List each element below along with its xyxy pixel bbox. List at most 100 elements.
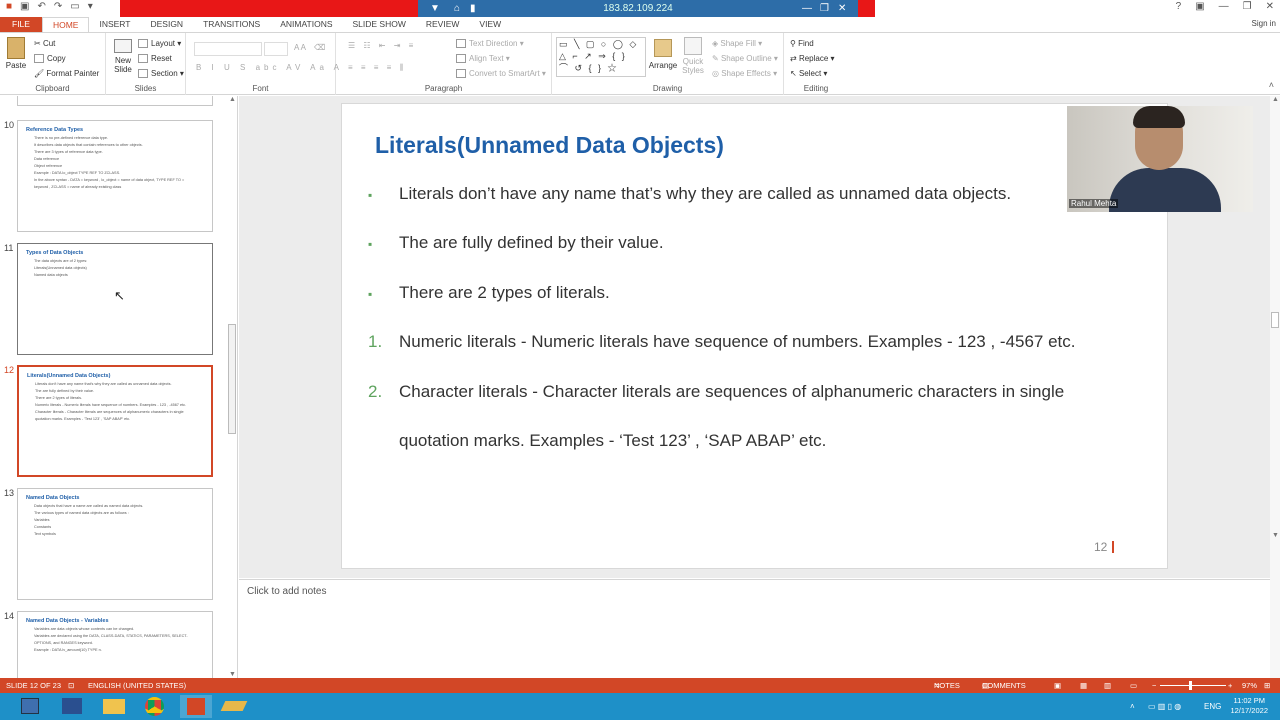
file-explorer-icon[interactable] [14,695,46,718]
clear-formatting-icon[interactable]: ⌫ [314,43,325,52]
bullet-item[interactable]: ▪ Literals don’t have any name that’s why… [368,184,1011,204]
slide-thumbnail-14[interactable]: Named Data Objects - Variables Variables… [17,611,213,678]
zoom-level[interactable]: 97% [1242,678,1257,693]
tab-view[interactable]: VIEW [469,17,511,32]
current-slide[interactable]: Literals(Unnamed Data Objects) ▪ Literals… [341,103,1168,569]
fit-slide-icon[interactable]: ⊞ [1264,678,1270,693]
bullet-item[interactable]: ▪ The are fully defined by their value. [368,233,664,253]
collapse-ribbon-icon[interactable]: ˄ [1269,80,1274,90]
scrollbar-thumb[interactable] [1271,312,1279,328]
list-buttons[interactable]: ☰ ☷ ⇤ ⇥ ≡ [348,41,416,50]
scroll-down-icon[interactable]: ▼ [229,671,236,678]
sign-in-link[interactable]: Sign in [1252,19,1276,28]
bullet-item[interactable]: ▪ There are 2 types of literals. [368,283,610,303]
align-text-button[interactable]: Align Text ▾ [456,54,510,64]
customize-toolbar-icon[interactable]: ▾ [88,1,93,12]
spell-check-icon[interactable]: ⊡ [68,678,74,693]
section-button[interactable]: Section ▾ [138,69,184,79]
find-label: Find [798,39,814,48]
shape-outline-button[interactable]: ✎ Shape Outline ▾ [712,54,778,63]
replace-button[interactable]: ⇄ Replace ▾ [790,54,835,63]
ribbon-display-icon[interactable]: ▣ [1195,1,1204,12]
font-name-select[interactable] [194,42,262,56]
powershell-icon[interactable] [56,695,88,718]
restore-icon[interactable]: ❐ [1243,1,1252,12]
layout-button[interactable]: Layout ▾ [138,39,181,49]
slide-thumbnail-12[interactable]: Literals(Unnamed Data Objects) Literals … [17,365,213,477]
shape-fill-button[interactable]: ◈ Shape Fill ▾ [712,39,762,48]
slide-thumbnail-13[interactable]: Named Data Objects Data objects that hav… [17,488,213,600]
align-buttons[interactable]: ≡ ≡ ≡ ≡ ⫼ [348,63,406,73]
numbered-item[interactable]: 1. Numeric literals - Numeric literals ha… [368,332,1076,352]
font-size-select[interactable] [264,42,288,56]
slide-thumbnail-10[interactable]: Reference Data Types There is no pre-def… [17,120,213,232]
redo-icon[interactable]: ↷ [54,1,62,12]
slide-thumbnail-11[interactable]: Types of Data Objects The data objects a… [17,243,213,355]
tray-up-arrow-icon[interactable]: ˄ [1130,693,1135,720]
select-button[interactable]: ↖ Select ▾ [790,69,827,78]
font-style-buttons[interactable]: B I U S abc AV Aa A [196,63,343,72]
tray-icons[interactable]: ▭ ▥ ▯ ◍ [1148,693,1181,720]
chrome-icon[interactable] [138,695,170,718]
numbered-continuation[interactable]: quotation marks. Examples - ‘Test 123’ ,… [399,431,826,451]
reading-view-icon[interactable]: ▥ [1104,678,1111,693]
powerpoint-taskbar-icon[interactable] [180,695,212,718]
shape-effects-button[interactable]: ◎ Shape Effects ▾ [712,69,777,78]
tab-home[interactable]: HOME [41,17,90,32]
convert-smartart-button[interactable]: Convert to SmartArt ▾ [456,69,546,79]
notes-pane[interactable]: Click to add notes [239,579,1270,678]
tab-insert[interactable]: INSERT [89,17,140,32]
save-icon[interactable]: ▣ [20,1,29,12]
tab-slide-show[interactable]: SLIDE SHOW [343,17,416,32]
reset-button[interactable]: Reset [138,54,172,64]
quick-styles-button[interactable]: Quick Styles [680,37,706,75]
system-clock[interactable]: 11:02 PM 12/17/2022 [1230,696,1268,716]
zoom-slider-thumb[interactable] [1189,681,1192,690]
shapes-gallery[interactable]: ▭ ╲ ▢ ○ ◯ ◇ △ ⌐ ↗ ⇒ { } ⌒ ↺ { } ☆ [556,37,646,77]
tab-file[interactable]: FILE [0,17,42,32]
cut-button[interactable]: ✂ Cut [34,39,55,48]
app-taskbar-icon[interactable] [218,695,250,718]
bullet-marker-icon: ▪ [368,188,373,202]
numbered-item[interactable]: 2. Character literals - Character literal… [368,382,1064,402]
zoom-in-icon[interactable]: + [1228,678,1232,693]
format-painter-button[interactable]: 🖌 Format Painter [34,69,99,78]
start-from-beginning-icon[interactable]: ▭ [70,1,79,12]
close-icon[interactable]: ✕ [1266,1,1274,12]
language-indicator[interactable]: ENGLISH (UNITED STATES) [88,678,186,693]
tab-animations[interactable]: ANIMATIONS [270,17,342,32]
help-icon[interactable]: ? [1176,1,1182,12]
slideshow-icon[interactable]: ▭ [1130,678,1137,693]
copy-button[interactable]: Copy [34,54,66,64]
zoom-out-icon[interactable]: − [1152,678,1156,693]
new-slide-button[interactable]: New Slide [110,39,136,74]
scrollbar-thumb[interactable] [228,324,236,434]
minimize-icon[interactable]: — [1219,1,1229,12]
remote-minimize-icon[interactable]: — [802,0,812,17]
tab-transitions[interactable]: TRANSITIONS [193,17,270,32]
normal-view-icon[interactable]: ▣ [1054,678,1061,693]
grow-font-icon[interactable]: A A [294,43,306,52]
copy-icon [34,54,44,64]
input-language[interactable]: ENG [1204,693,1221,720]
tab-review[interactable]: REVIEW [416,17,470,32]
folder-icon[interactable] [98,695,130,718]
tab-design[interactable]: DESIGN [140,17,193,32]
slide-sorter-icon[interactable]: ▦ [1080,678,1087,693]
text-direction-label: Text Direction [469,39,518,48]
scroll-up-icon[interactable]: ▲ [1272,96,1279,103]
undo-icon[interactable]: ↶ [38,1,46,12]
text-direction-button[interactable]: Text Direction ▾ [456,39,524,49]
remote-restore-icon[interactable]: ❐ [820,0,829,17]
remote-close-icon[interactable]: ✕ [838,0,846,17]
paste-button[interactable]: Paste [4,37,28,70]
slide-scrollbar[interactable]: ▲ ▼ [1270,96,1280,678]
scroll-up-icon[interactable]: ▲ [229,96,236,103]
slide-title[interactable]: Literals(Unnamed Data Objects) [375,132,724,159]
find-button[interactable]: ⚲ Find [790,39,814,48]
arrange-button[interactable]: Arrange [648,39,678,70]
thumbnails-scrollbar[interactable]: ▲ ▼ [227,96,237,678]
scroll-down-icon[interactable]: ▼ [1272,532,1279,539]
zoom-slider[interactable] [1160,685,1226,686]
notes-placeholder[interactable]: Click to add notes [247,586,327,597]
